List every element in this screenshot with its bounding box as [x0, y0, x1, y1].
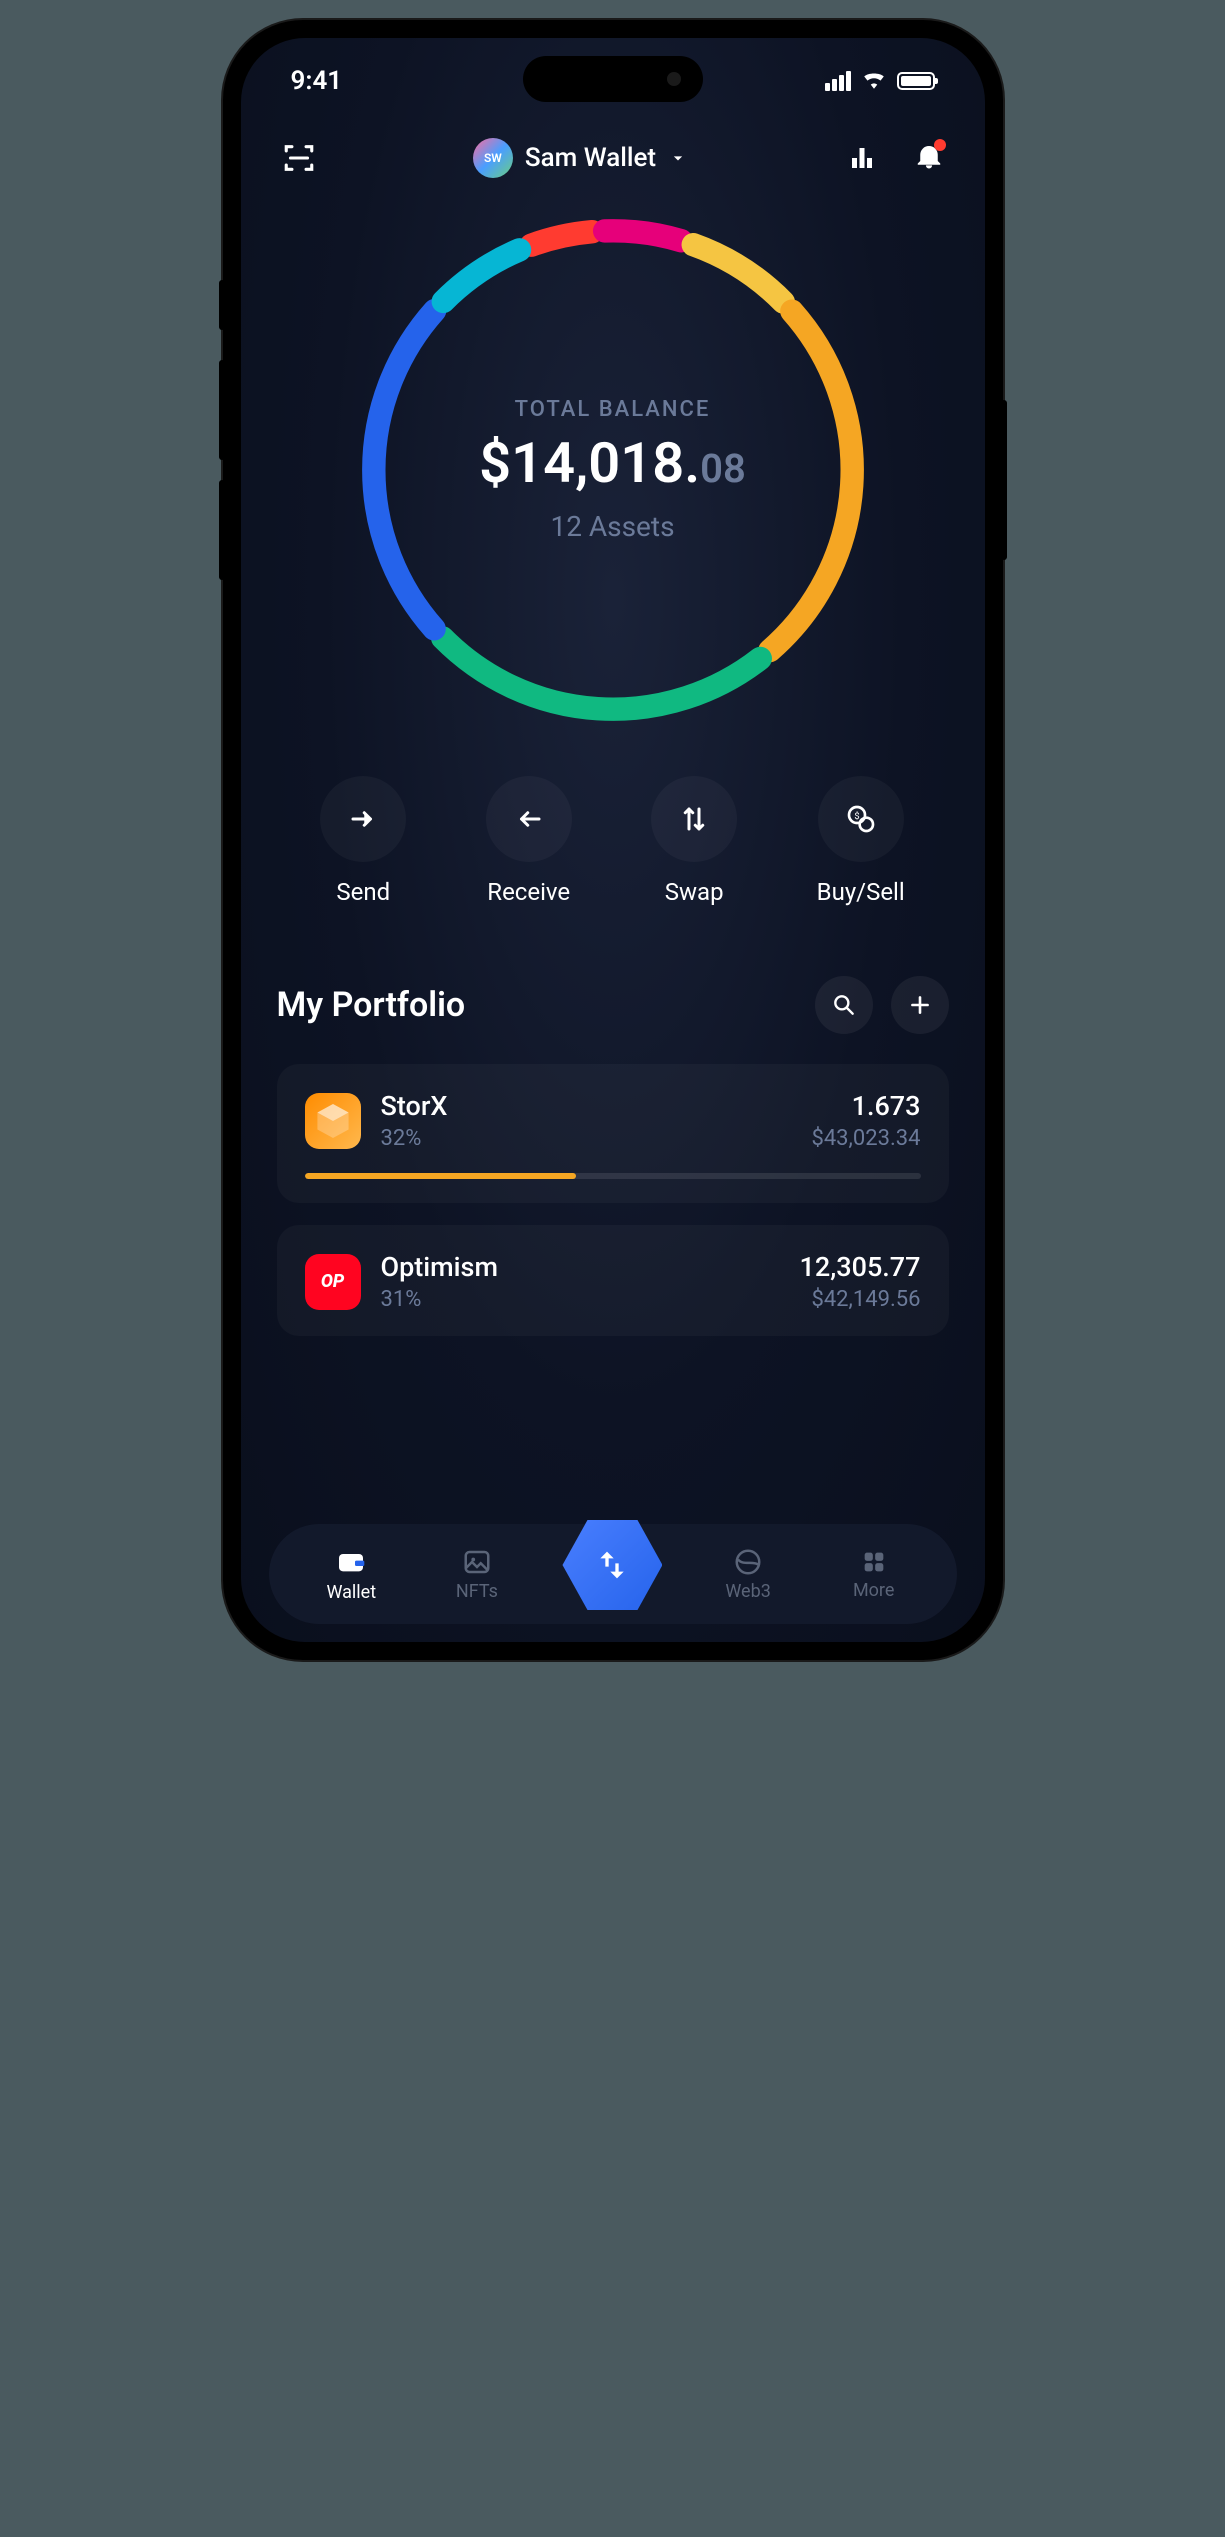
svg-text:$: $ — [854, 811, 859, 822]
receive-button[interactable]: Receive — [486, 776, 572, 906]
image-icon — [462, 1547, 492, 1577]
nav-nfts[interactable]: NFTs — [437, 1547, 517, 1602]
asset-usd: $43,023.34 — [811, 1126, 920, 1151]
asset-name: StorX — [381, 1090, 792, 1122]
coins-icon: $ — [845, 803, 877, 835]
nav-nfts-label: NFTs — [456, 1581, 498, 1602]
swap-label: Swap — [665, 878, 724, 906]
side-button — [219, 280, 225, 330]
asset-usd: $42,149.56 — [800, 1287, 921, 1312]
status-icons — [825, 69, 935, 93]
stats-icon[interactable] — [844, 140, 880, 176]
scan-icon[interactable] — [281, 140, 317, 176]
signal-icon — [825, 71, 851, 91]
portfolio-title: My Portfolio — [277, 985, 466, 1025]
balance-major: 14,018. — [511, 430, 700, 496]
asset-name: Optimism — [381, 1251, 780, 1283]
swap-button[interactable]: Swap — [651, 776, 737, 906]
swap-center-icon — [592, 1545, 632, 1585]
quick-actions: Send Receive Swap $ — [241, 730, 985, 926]
nav-more[interactable]: More — [834, 1548, 914, 1601]
portfolio-donut-chart[interactable]: TOTAL BALANCE $14,018.08 12 Assets — [241, 210, 985, 730]
balance-summary: TOTAL BALANCE $14,018.08 12 Assets — [353, 210, 873, 730]
nav-wallet[interactable]: Wallet — [311, 1546, 391, 1603]
asset-card[interactable]: StorX 32% 1.673 $43,023.34 — [277, 1064, 949, 1203]
arrow-right-icon — [348, 804, 378, 834]
asset-amount: 12,305.77 — [800, 1251, 921, 1283]
wallet-avatar: SW — [473, 138, 513, 178]
app-header: SW Sam Wallet — [241, 108, 985, 188]
wifi-icon — [861, 69, 887, 93]
screen: 9:41 SW Sam Wallet — [241, 38, 985, 1642]
send-label: Send — [336, 878, 390, 906]
asset-progress — [305, 1173, 921, 1179]
battery-icon — [897, 72, 935, 90]
nav-more-label: More — [853, 1580, 894, 1601]
send-button[interactable]: Send — [320, 776, 406, 906]
asset-percent: 32% — [381, 1126, 792, 1151]
notch — [523, 56, 703, 102]
asset-list: StorX 32% 1.673 $43,023.34 OP Optimism 3… — [277, 1064, 949, 1336]
search-button[interactable] — [815, 976, 873, 1034]
add-button[interactable] — [891, 976, 949, 1034]
asset-card[interactable]: OP Optimism 31% 12,305.77 $42,149.56 — [277, 1225, 949, 1336]
asset-percent: 31% — [381, 1287, 780, 1312]
portfolio-section: My Portfolio StorX — [241, 926, 985, 1336]
asset-amount: 1.673 — [811, 1090, 920, 1122]
swap-icon — [679, 804, 709, 834]
arrow-left-icon — [514, 804, 544, 834]
notification-dot — [934, 139, 946, 151]
balance-amount: $14,018.08 — [479, 430, 746, 496]
status-time: 9:41 — [291, 66, 343, 96]
plus-icon — [907, 992, 933, 1018]
wallet-name: Sam Wallet — [525, 143, 656, 173]
buysell-label: Buy/Sell — [817, 878, 905, 906]
asset-icon: OP — [305, 1254, 361, 1310]
bottom-nav: Wallet NFTs Web3 More — [269, 1524, 957, 1624]
notifications-button[interactable] — [914, 141, 944, 175]
balance-currency: $ — [479, 430, 511, 496]
buysell-button[interactable]: $ Buy/Sell — [817, 776, 905, 906]
side-button — [219, 360, 225, 460]
asset-icon — [305, 1093, 361, 1149]
wallet-icon — [335, 1546, 367, 1578]
grid-icon — [860, 1548, 888, 1576]
wallet-selector[interactable]: SW Sam Wallet — [473, 138, 688, 178]
balance-cents: 08 — [700, 445, 746, 492]
assets-count: 12 Assets — [550, 510, 674, 543]
search-icon — [831, 992, 857, 1018]
balance-label: TOTAL BALANCE — [515, 397, 711, 422]
side-button — [219, 480, 225, 580]
side-button — [1001, 400, 1007, 560]
receive-label: Receive — [487, 878, 570, 906]
nav-wallet-label: Wallet — [326, 1582, 376, 1603]
phone-frame: 9:41 SW Sam Wallet — [223, 20, 1003, 1660]
nav-center-action[interactable] — [562, 1515, 662, 1615]
chevron-down-icon — [668, 148, 688, 168]
nav-web3-label: Web3 — [725, 1581, 770, 1602]
globe-icon — [733, 1547, 763, 1577]
nav-web3[interactable]: Web3 — [708, 1547, 788, 1602]
wallet-initials: SW — [484, 151, 502, 165]
